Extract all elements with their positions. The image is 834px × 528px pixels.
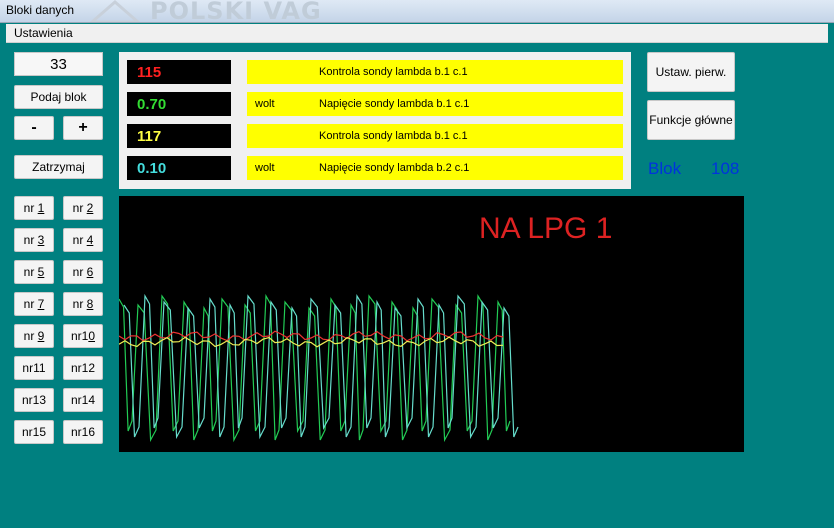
value-desc-3: Kontrola sondy lambda b.1 c.1 xyxy=(319,130,468,142)
nr-button-14[interactable]: nr14 xyxy=(63,388,103,412)
nr-button-4[interactable]: nr 4 xyxy=(63,228,103,252)
nr-button-15[interactable]: nr15 xyxy=(14,420,54,444)
nr-button-prefix: nr xyxy=(72,201,87,215)
nr-button-12[interactable]: nr12 xyxy=(63,356,103,380)
nr-button-prefix: nr xyxy=(23,233,38,247)
value-desc-2: Napięcie sondy lambda b.1 c.1 xyxy=(319,98,470,110)
value-band-1: Kontrola sondy lambda b.1 c.1 xyxy=(247,60,623,84)
nr-button-digit: 4 xyxy=(86,233,94,247)
nr-button-prefix: nr xyxy=(23,265,38,279)
nr-button-digit: 3 xyxy=(37,233,45,247)
nr-button-prefix: nr xyxy=(23,201,38,215)
main-functions-button[interactable]: Funkcje główne xyxy=(647,100,735,140)
nr-button-digit: 6 xyxy=(86,265,94,279)
value-box-3: 117 xyxy=(127,124,231,148)
block-number-display[interactable]: 33 xyxy=(14,52,103,76)
nr-button-digit: 7 xyxy=(37,297,45,311)
nr-button-prefix: nr14 xyxy=(70,393,96,407)
initial-settings-button[interactable]: Ustaw. pierw. xyxy=(647,52,735,92)
stop-button[interactable]: Zatrzymaj xyxy=(14,155,103,179)
value-band-2: wolt Napięcie sondy lambda b.1 c.1 xyxy=(247,92,623,116)
nr-button-prefix: nr16 xyxy=(70,425,96,439)
nr-button-3[interactable]: nr 3 xyxy=(14,228,54,252)
values-panel: 115 Kontrola sondy lambda b.1 c.1 0.70 w… xyxy=(119,52,631,189)
value-box-4: 0.10 xyxy=(127,156,231,180)
value-desc-4: Napięcie sondy lambda b.2 c.1 xyxy=(319,162,470,174)
blok-label: Blok xyxy=(648,159,682,178)
logo-icon xyxy=(90,0,140,22)
nr-button-6[interactable]: nr 6 xyxy=(63,260,103,284)
nr-button-prefix: nr xyxy=(72,297,87,311)
value-box-2: 0.70 xyxy=(127,92,231,116)
value-desc-1: Kontrola sondy lambda b.1 c.1 xyxy=(319,66,468,78)
value-band-3: Kontrola sondy lambda b.1 c.1 xyxy=(247,124,623,148)
nr-button-digit: 0 xyxy=(88,329,96,343)
value-unit-2: wolt xyxy=(255,98,275,110)
nr-button-prefix: nr xyxy=(72,265,87,279)
nr-button-digit: 9 xyxy=(37,329,45,343)
menu-bar: Ustawienia xyxy=(6,24,828,43)
nr-button-prefix: nr xyxy=(72,233,87,247)
nr-button-digit: 1 xyxy=(37,201,45,215)
nr-button-1[interactable]: nr 1 xyxy=(14,196,54,220)
nr-button-digit: 8 xyxy=(86,297,94,311)
nr-button-prefix: nr11 xyxy=(22,361,46,375)
nr-button-digit: 5 xyxy=(37,265,45,279)
blok-value: 108 xyxy=(711,159,740,178)
nr-button-16[interactable]: nr16 xyxy=(63,420,103,444)
nr-button-prefix: nr1 xyxy=(70,329,89,343)
watermark-text: POLSKI VAG xyxy=(150,0,322,25)
submit-block-button[interactable]: Podaj blok xyxy=(14,85,103,109)
increment-button[interactable]: + xyxy=(63,116,103,140)
nr-button-11[interactable]: nr11 xyxy=(14,356,54,380)
nr-button-prefix: nr12 xyxy=(70,361,96,375)
nr-button-prefix: nr13 xyxy=(21,393,47,407)
graph-overlay-text: NA LPG 1 xyxy=(479,212,613,245)
value-unit-4: wolt xyxy=(255,162,275,174)
nr-button-digit: 2 xyxy=(86,201,94,215)
nr-button-5[interactable]: nr 5 xyxy=(14,260,54,284)
nr-button-8[interactable]: nr 8 xyxy=(63,292,103,316)
nr-button-13[interactable]: nr13 xyxy=(14,388,54,412)
nr-button-10[interactable]: nr1 0 xyxy=(63,324,103,348)
nr-button-prefix: nr xyxy=(23,297,38,311)
menu-ustawienia[interactable]: Ustawienia xyxy=(14,26,73,40)
nr-button-7[interactable]: nr 7 xyxy=(14,292,54,316)
value-band-4: wolt Napięcie sondy lambda b.2 c.1 xyxy=(247,156,623,180)
signal-graph: NA LPG 1 xyxy=(119,196,744,452)
decrement-button[interactable]: - xyxy=(14,116,54,140)
value-box-1: 115 xyxy=(127,60,231,84)
nr-button-9[interactable]: nr 9 xyxy=(14,324,54,348)
nr-button-prefix: nr15 xyxy=(21,425,47,439)
watermark-logo: POLSKI VAG xyxy=(90,0,322,25)
nr-button-prefix: nr xyxy=(23,329,38,343)
signal-graph-svg xyxy=(119,293,519,443)
title-bar: Bloki danych POLSKI VAG xyxy=(0,0,834,25)
nr-button-2[interactable]: nr 2 xyxy=(63,196,103,220)
window-title: Bloki danych xyxy=(6,3,75,17)
